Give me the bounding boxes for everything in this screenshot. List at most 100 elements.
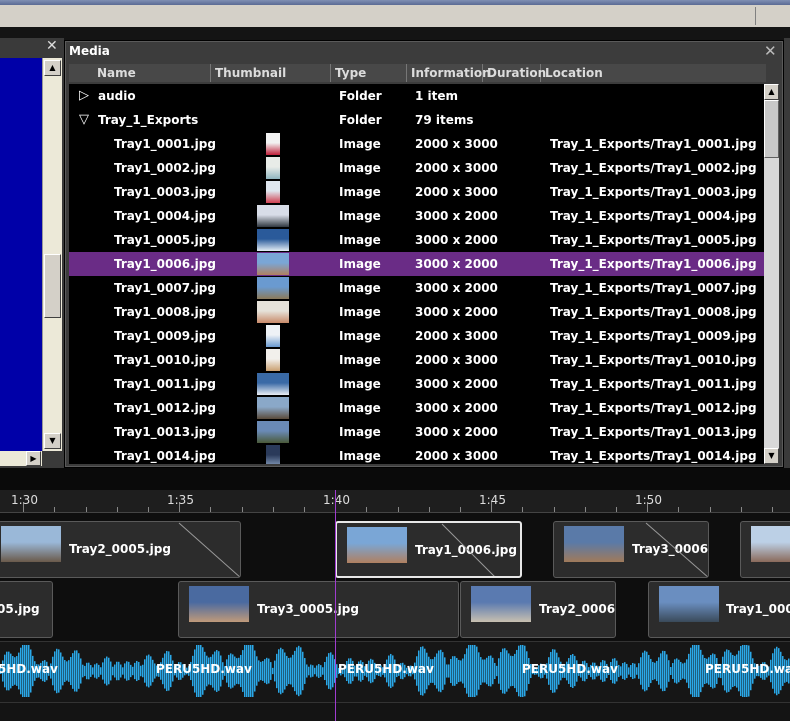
media-row-information: 3000 x 2000 (415, 233, 498, 247)
media-row[interactable]: ▽ Tray_1_Exports Folder 79 items (69, 108, 764, 132)
clip-thumbnail (751, 526, 790, 562)
timeline-clip[interactable]: Tray2_0006.jpg (460, 581, 616, 638)
media-row[interactable]: Tray1_0004.jpg Image 3000 x 2000 Tray_1_Exp… (69, 204, 764, 228)
media-thumbnail (266, 445, 280, 464)
ruler-time-label: 1:45 (479, 493, 506, 507)
media-row[interactable]: Tray1_0009.jpg Image 2000 x 3000 Tray_1_Exp… (69, 324, 764, 348)
media-row-type: Image (339, 161, 381, 175)
media-row-location: Tray_1_Exports/Tray1_0001.jpg (550, 137, 757, 151)
toolbar-separator (755, 7, 756, 25)
media-row[interactable]: Tray1_0014.jpg Image 2000 x 3000 Tray_1_Exp… (69, 444, 764, 464)
media-row-location: Tray_1_Exports/Tray1_0012.jpg (550, 401, 757, 415)
left-panel-vertical-scrollbar[interactable]: ▲ ▼ (42, 58, 62, 451)
timeline-clip[interactable]: Tray2_0005.jpg (0, 521, 241, 578)
ruler-minor-tick (460, 507, 461, 512)
media-row-type: Image (339, 353, 381, 367)
left-panel-close-icon[interactable]: ✕ (46, 39, 58, 53)
media-row-information: 3000 x 2000 (415, 209, 498, 223)
media-panel-close-icon[interactable]: ✕ (764, 42, 777, 60)
media-panel: Media ✕ Name Thumbnail Type Information … (65, 41, 783, 467)
column-header-thumbnail[interactable]: Thumbnail (211, 64, 331, 82)
media-row[interactable]: Tray1_0005.jpg Image 3000 x 2000 Tray_1_Exp… (69, 228, 764, 252)
media-thumbnail (257, 397, 289, 419)
media-row-location: Tray_1_Exports/Tray1_0007.jpg (550, 281, 757, 295)
media-thumbnail (257, 277, 289, 299)
ruler-time-label: 1:35 (167, 493, 194, 507)
clip-label: Tray1_0007 (726, 602, 790, 616)
media-row-type: Image (339, 137, 381, 151)
media-row-type: Image (339, 209, 381, 223)
ruler-minor-tick (242, 507, 243, 512)
media-row-name: Tray1_0003.jpg (114, 185, 216, 199)
column-header-location[interactable]: Location (541, 64, 766, 82)
media-row[interactable]: Tray1_0010.jpg Image 2000 x 3000 Tray_1_Exp… (69, 348, 764, 372)
media-row-type: Folder (339, 89, 382, 103)
audio-clip-label: PERU5HD.wav (522, 662, 618, 676)
audio-clip-label: PERU5HD.wav (338, 662, 434, 676)
media-row-location: Tray_1_Exports/Tray1_0008.jpg (550, 305, 757, 319)
scroll-up-icon[interactable]: ▲ (764, 84, 779, 100)
transition-line (645, 522, 708, 577)
playhead[interactable] (335, 490, 336, 721)
column-header-information[interactable]: Information (407, 64, 491, 82)
scrollbar-thumb[interactable] (44, 254, 61, 318)
media-panel-title: Media (69, 44, 110, 58)
media-row-location: Tray_1_Exports/Tray1_0013.jpg (550, 425, 757, 439)
scroll-right-icon[interactable]: ▶ (26, 451, 41, 466)
media-vertical-scrollbar[interactable]: ▲ ▼ (764, 84, 779, 464)
scroll-down-icon[interactable]: ▼ (764, 448, 779, 464)
column-header-type[interactable]: Type (331, 64, 407, 82)
media-row-information: 2000 x 3000 (415, 137, 498, 151)
media-row[interactable]: ▷ audio Folder 1 item (69, 84, 764, 108)
media-row-name: Tray1_0006.jpg (114, 257, 216, 271)
timeline-clip[interactable]: Tray3_0005.jpg (178, 581, 459, 638)
ruler-minor-tick (366, 507, 367, 512)
media-thumbnail (257, 373, 289, 395)
timeline-tracks: Tray2_0005.jpg Tray1_0006.jpg Tray3_0006.j… (0, 513, 790, 721)
ruler-minor-tick (429, 507, 430, 512)
timeline-clip[interactable] (740, 521, 790, 578)
video-track-2: 05.jpg Tray3_0005.jpg Tray2_0006.jpg Tray1_… (0, 579, 790, 641)
media-row-name: Tray1_0012.jpg (114, 401, 216, 415)
timeline-clip[interactable]: Tray3_0006.jpg (553, 521, 709, 578)
ruler-minor-tick (86, 507, 87, 512)
media-row-location: Tray_1_Exports/Tray1_0002.jpg (550, 161, 757, 175)
timeline-clip[interactable]: Tray1_0007 (648, 581, 790, 638)
timeline-clip[interactable]: 05.jpg (0, 581, 53, 638)
media-row[interactable]: Tray1_0001.jpg Image 2000 x 3000 Tray_1_Exp… (69, 132, 764, 156)
media-thumbnail (257, 253, 289, 275)
timeline-ruler[interactable]: 1:30 1:35 1:40 1:45 1:50 (0, 490, 790, 513)
scrollbar-thumb[interactable] (764, 100, 779, 158)
media-row[interactable]: Tray1_0006.jpg Image 3000 x 2000 Tray_1_Exp… (69, 252, 764, 276)
timeline-clip[interactable]: Tray1_0006.jpg (335, 521, 522, 578)
media-row[interactable]: Tray1_0008.jpg Image 3000 x 2000 Tray_1_Exp… (69, 300, 764, 324)
media-row-information: 1 item (415, 89, 459, 103)
ruler-minor-tick (398, 507, 399, 512)
media-row[interactable]: Tray1_0003.jpg Image 2000 x 3000 Tray_1_Exp… (69, 180, 764, 204)
ruler-minor-tick (710, 507, 711, 512)
media-row-type: Image (339, 281, 381, 295)
media-row-name: Tray1_0005.jpg (114, 233, 216, 247)
media-row[interactable]: Tray1_0011.jpg Image 3000 x 2000 Tray_1_Exp… (69, 372, 764, 396)
media-row-type: Image (339, 377, 381, 391)
media-row[interactable]: Tray1_0002.jpg Image 2000 x 3000 Tray_1_Exp… (69, 156, 764, 180)
media-row-name: Tray1_0002.jpg (114, 161, 216, 175)
media-thumbnail (257, 229, 289, 251)
media-row-information: 3000 x 2000 (415, 425, 498, 439)
media-row-name: Tray1_0001.jpg (114, 137, 216, 151)
left-panel-horizontal-scrollbar[interactable]: ▶ (0, 451, 42, 466)
scroll-down-icon[interactable]: ▼ (44, 433, 61, 449)
collapsed-triangle-icon[interactable]: ▷ (79, 84, 89, 108)
expanded-triangle-icon[interactable]: ▽ (79, 108, 89, 132)
media-row[interactable]: Tray1_0007.jpg Image 3000 x 2000 Tray_1_Exp… (69, 276, 764, 300)
column-header-duration[interactable]: Duration (483, 64, 546, 82)
right-panel-edge (784, 38, 790, 468)
video-track-1: Tray2_0005.jpg Tray1_0006.jpg Tray3_0006.j… (0, 513, 790, 579)
media-row[interactable]: Tray1_0013.jpg Image 3000 x 2000 Tray_1_Exp… (69, 420, 764, 444)
media-row[interactable]: Tray1_0012.jpg Image 3000 x 2000 Tray_1_Exp… (69, 396, 764, 420)
scroll-up-icon[interactable]: ▲ (44, 60, 61, 76)
column-header-name[interactable]: Name (69, 64, 211, 82)
media-row-location: Tray_1_Exports/Tray1_0006.jpg (550, 257, 757, 271)
media-row-type: Image (339, 185, 381, 199)
media-row-name: Tray1_0010.jpg (114, 353, 216, 367)
